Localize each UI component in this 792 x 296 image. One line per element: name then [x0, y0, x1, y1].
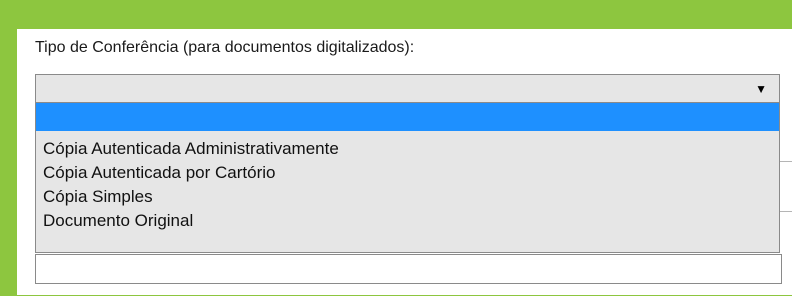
tipo-conferencia-select[interactable]: ▼	[35, 74, 780, 103]
option-copia-autenticada-por-cartorio[interactable]: Cópia Autenticada por Cartório	[36, 161, 779, 185]
divider	[780, 211, 792, 212]
option-documento-original[interactable]: Documento Original	[36, 209, 779, 233]
triangle-down-icon[interactable]: ▼	[755, 81, 767, 97]
tipo-conferencia-label: Tipo de Conferência (para documentos dig…	[35, 39, 415, 56]
option-empty-highlighted[interactable]	[36, 103, 779, 131]
option-copia-simples[interactable]: Cópia Simples	[36, 185, 779, 209]
option-copia-autenticada-administrativamente[interactable]: Cópia Autenticada Administrativamente	[36, 137, 779, 161]
text-input-below[interactable]	[35, 254, 782, 284]
tipo-conferencia-dropdown[interactable]: Cópia Autenticada Administrativamente Có…	[35, 102, 780, 253]
divider	[780, 161, 792, 162]
